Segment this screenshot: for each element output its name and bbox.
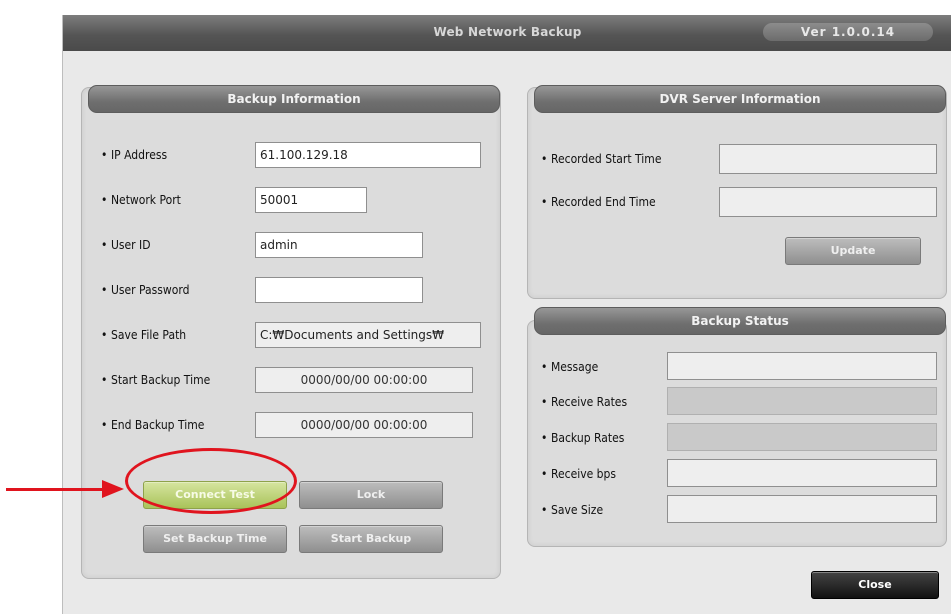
save-file-path-input[interactable]: C:₩Documents and Settings₩ xyxy=(255,322,481,348)
end-backup-time-label: • End Backup Time xyxy=(101,418,205,432)
receive-bps-field xyxy=(667,459,937,487)
receive-rates-bar xyxy=(667,387,937,415)
message-field xyxy=(667,352,937,380)
receive-bps-label: • Receive bps xyxy=(541,467,617,481)
recorded-start-time-input[interactable] xyxy=(719,144,937,174)
ip-address-label: • IP Address xyxy=(101,148,168,162)
backup-information-header: Backup Information xyxy=(88,85,500,113)
version-badge: Ver 1.0.0.14 xyxy=(763,23,933,41)
backup-status-header: Backup Status xyxy=(534,307,946,335)
recorded-end-time-input[interactable] xyxy=(719,187,937,217)
start-backup-button[interactable]: Start Backup xyxy=(299,525,443,553)
dvr-server-information-header: DVR Server Information xyxy=(534,85,946,113)
message-label: • Message xyxy=(541,360,599,374)
title-bar: Web Network Backup Ver 1.0.0.14 xyxy=(63,15,951,51)
save-size-field xyxy=(667,495,937,523)
start-backup-time-label: • Start Backup Time xyxy=(101,373,211,387)
update-button[interactable]: Update xyxy=(785,237,921,265)
backup-rates-label: • Backup Rates xyxy=(541,431,625,445)
web-network-backup-window: Web Network Backup Ver 1.0.0.14 Backup I… xyxy=(62,15,951,614)
recorded-end-time-label: • Recorded End Time xyxy=(541,195,656,209)
lock-button[interactable]: Lock xyxy=(299,481,443,509)
user-id-label: • User ID xyxy=(101,238,151,252)
close-button[interactable]: Close xyxy=(811,571,939,599)
end-backup-time-input[interactable]: 0000/00/00 00:00:00 xyxy=(255,412,473,438)
ip-address-input[interactable]: 61.100.129.18 xyxy=(255,142,481,168)
save-file-path-label: • Save File Path xyxy=(101,328,187,342)
backup-rates-bar xyxy=(667,423,937,451)
annotation-arrow-line xyxy=(6,488,106,491)
network-port-input[interactable]: 50001 xyxy=(255,187,367,213)
recorded-start-time-label: • Recorded Start Time xyxy=(541,152,662,166)
user-password-input[interactable] xyxy=(255,277,423,303)
receive-rates-label: • Receive Rates xyxy=(541,395,628,409)
annotation-arrow-head xyxy=(102,480,124,498)
start-backup-time-input[interactable]: 0000/00/00 00:00:00 xyxy=(255,367,473,393)
user-password-label: • User Password xyxy=(101,283,190,297)
user-id-input[interactable]: admin xyxy=(255,232,423,258)
save-size-label: • Save Size xyxy=(541,503,604,517)
annotation-highlight-ellipse xyxy=(125,448,297,514)
network-port-label: • Network Port xyxy=(101,193,181,207)
set-backup-time-button[interactable]: Set Backup Time xyxy=(143,525,287,553)
